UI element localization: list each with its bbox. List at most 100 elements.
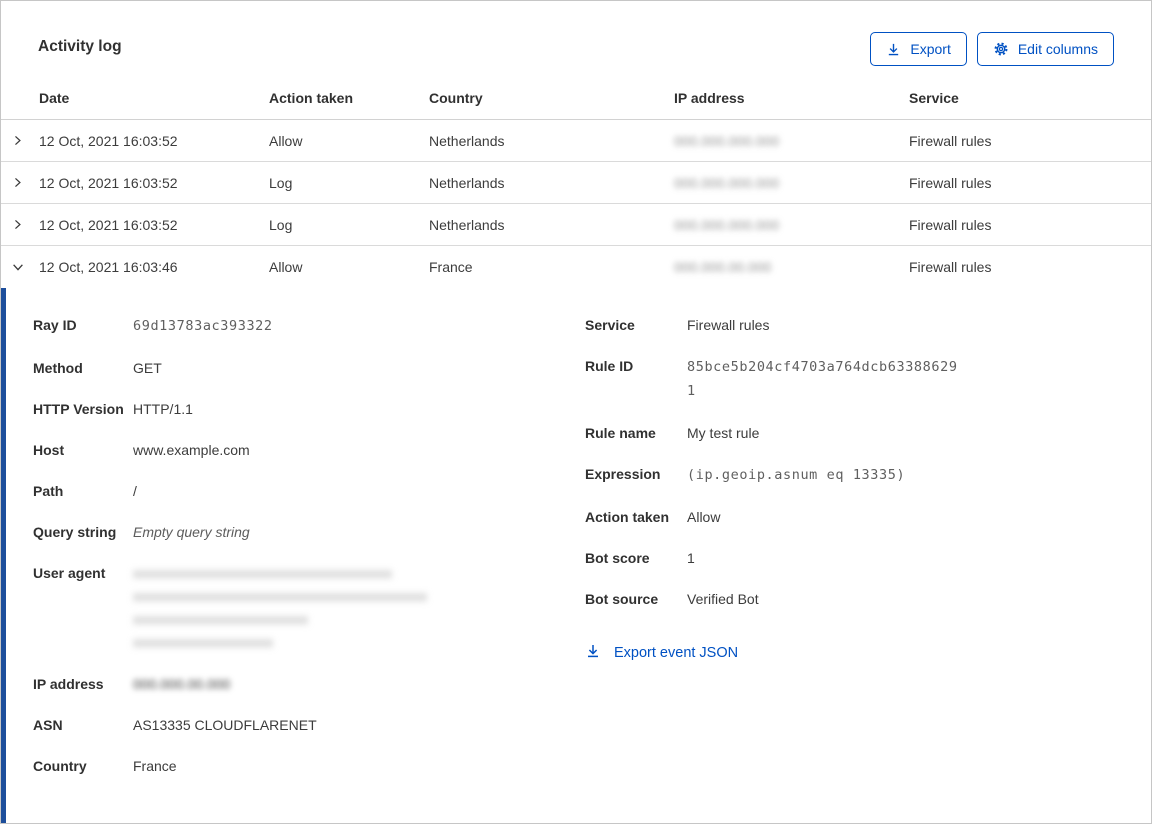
redacted-line: xxxxxxxxxxxxxxxxxxxxxxxxxxxxxxxxxxxxx [133, 565, 392, 581]
redacted-line: xxxxxxxxxxxxxxxxxxxxxxxxxxxxxxxxxxxxxxxx… [133, 588, 427, 604]
detail-label: Expression [585, 466, 661, 482]
detail-label: Country [33, 758, 87, 774]
detail-value: My test rule [687, 425, 760, 441]
table-row-expanded[interactable]: 12 Oct, 2021 16:03:46 Allow France 000.0… [1, 246, 1151, 288]
cell-action: Allow [269, 132, 303, 149]
detail-label: Rule ID [585, 358, 634, 374]
export-button-label: Export [910, 41, 951, 57]
detail-row-query-string: Query string Empty query string [33, 521, 585, 543]
export-event-json-label: Export event JSON [614, 645, 739, 661]
table-header-row: Date Action taken Country IP address Ser… [1, 66, 1151, 120]
detail-value: 69d13783ac393322 [133, 318, 273, 334]
detail-label: Host [33, 442, 65, 458]
detail-label: Bot score [585, 550, 650, 566]
detail-row-service: Service Firewall rules [585, 314, 1151, 336]
detail-left-column: Ray ID 69d13783ac393322 Method GET HTTP … [6, 314, 585, 796]
cell-country: Netherlands [429, 174, 505, 191]
detail-label: Method [33, 360, 83, 376]
page-title: Activity log [38, 38, 122, 55]
detail-row-ray-id: Ray ID 69d13783ac393322 [33, 314, 585, 338]
cell-service: Firewall rules [909, 132, 992, 149]
redacted-line: xxxxxxxxxxxxxxxxxxxxxxxxx [133, 611, 308, 627]
detail-label: Bot source [585, 591, 659, 607]
cell-action: Log [269, 216, 293, 233]
column-header-service: Service [909, 90, 959, 106]
cell-date: 12 Oct, 2021 16:03:52 [39, 174, 178, 191]
detail-row-expression: Expression (ip.geoip.asnum eq 13335) [585, 463, 1151, 487]
detail-value: / [133, 483, 137, 499]
redacted-line: xxxxxxxxxxxxxxxxxxxx [133, 634, 273, 650]
redacted-ip-value: 000.000.00.000 [133, 676, 231, 692]
detail-value: HTTP/1.1 [133, 401, 193, 417]
chevron-right-icon[interactable] [11, 218, 39, 231]
cell-country: Netherlands [429, 132, 505, 149]
chevron-down-icon[interactable] [11, 260, 39, 274]
export-button[interactable]: Export [870, 32, 967, 66]
redacted-ip-value: 000.000.000.000 [674, 174, 780, 191]
detail-label: HTTP Version [33, 401, 124, 417]
detail-value: GET [133, 360, 162, 376]
detail-row-path: Path / [33, 480, 585, 502]
detail-value: AS13335 CLOUDFLARENET [133, 717, 317, 733]
detail-value: Firewall rules [687, 317, 770, 333]
chevron-right-icon[interactable] [11, 176, 39, 189]
cell-action: Log [269, 174, 293, 191]
detail-value: 1 [687, 550, 695, 566]
cell-date: 12 Oct, 2021 16:03:52 [39, 216, 178, 233]
detail-label: Ray ID [33, 317, 77, 333]
detail-row-country: Country France [33, 755, 585, 777]
cell-country: Netherlands [429, 216, 505, 233]
detail-row-rule-id: Rule ID 85bce5b204cf4703a764dcb633886291 [585, 355, 1151, 403]
cell-action: Allow [269, 259, 303, 275]
detail-row-method: Method GET [33, 357, 585, 379]
redacted-ip-value: 000.000.000.000 [674, 216, 780, 233]
detail-value: Verified Bot [687, 591, 759, 607]
detail-value: (ip.geoip.asnum eq 13335) [687, 467, 906, 483]
detail-label: Rule name [585, 425, 656, 441]
edit-columns-button[interactable]: Edit columns [976, 32, 1114, 66]
detail-label: Service [585, 317, 635, 333]
detail-label: Query string [33, 524, 117, 540]
detail-row-bot-score: Bot score 1 [585, 547, 1151, 569]
detail-value: 85bce5b204cf4703a764dcb633886291 [687, 359, 958, 399]
detail-label: ASN [33, 717, 63, 733]
detail-right-column: Service Firewall rules Rule ID 85bce5b20… [585, 314, 1151, 664]
table-row[interactable]: 12 Oct, 2021 16:03:52 Log Netherlands 00… [1, 162, 1151, 204]
detail-label: Path [33, 483, 64, 499]
detail-label: IP address [33, 676, 104, 692]
gear-icon [993, 41, 1009, 57]
cell-date: 12 Oct, 2021 16:03:46 [39, 259, 178, 275]
cell-service: Firewall rules [909, 174, 992, 191]
detail-label: Action taken [585, 509, 670, 525]
detail-row-action-taken: Action taken Allow [585, 506, 1151, 528]
toolbar-actions: Export Edit columns [870, 32, 1114, 66]
detail-value: Allow [687, 509, 721, 525]
detail-value: www.example.com [133, 442, 250, 458]
table-row[interactable]: 12 Oct, 2021 16:03:52 Log Netherlands 00… [1, 204, 1151, 246]
topbar: Activity log Export Edit columns [1, 1, 1151, 66]
detail-value: France [133, 758, 177, 774]
column-header-date: Date [39, 90, 70, 106]
activity-log-panel: Activity log Export Edit columns Date Ac… [0, 0, 1152, 824]
column-header-action: Action taken [269, 90, 354, 106]
detail-row-bot-source: Bot source Verified Bot [585, 588, 1151, 610]
edit-columns-button-label: Edit columns [1017, 41, 1098, 57]
detail-row-http-version: HTTP Version HTTP/1.1 [33, 398, 585, 420]
detail-row-user-agent: User agent xxxxxxxxxxxxxxxxxxxxxxxxxxxxx… [33, 562, 585, 654]
cell-service: Firewall rules [909, 259, 992, 275]
cell-service: Firewall rules [909, 216, 992, 233]
event-detail-panel: Ray ID 69d13783ac393322 Method GET HTTP … [1, 288, 1151, 823]
table-row[interactable]: 12 Oct, 2021 16:03:52 Allow Netherlands … [1, 120, 1151, 162]
detail-value: Empty query string [133, 524, 250, 540]
chevron-right-icon[interactable] [11, 134, 39, 147]
redacted-user-agent-value: xxxxxxxxxxxxxxxxxxxxxxxxxxxxxxxxxxxxx xx… [133, 562, 427, 654]
redacted-ip-value: 000.000.00.000 [674, 259, 772, 275]
export-event-json-link[interactable]: Export event JSON [585, 643, 738, 663]
cell-date: 12 Oct, 2021 16:03:52 [39, 132, 178, 149]
column-header-country: Country [429, 90, 483, 106]
download-icon [585, 643, 601, 663]
detail-row-host: Host www.example.com [33, 439, 585, 461]
column-header-ip-address: IP address [674, 90, 745, 106]
download-icon [886, 42, 901, 57]
detail-row-rule-name: Rule name My test rule [585, 422, 1151, 444]
